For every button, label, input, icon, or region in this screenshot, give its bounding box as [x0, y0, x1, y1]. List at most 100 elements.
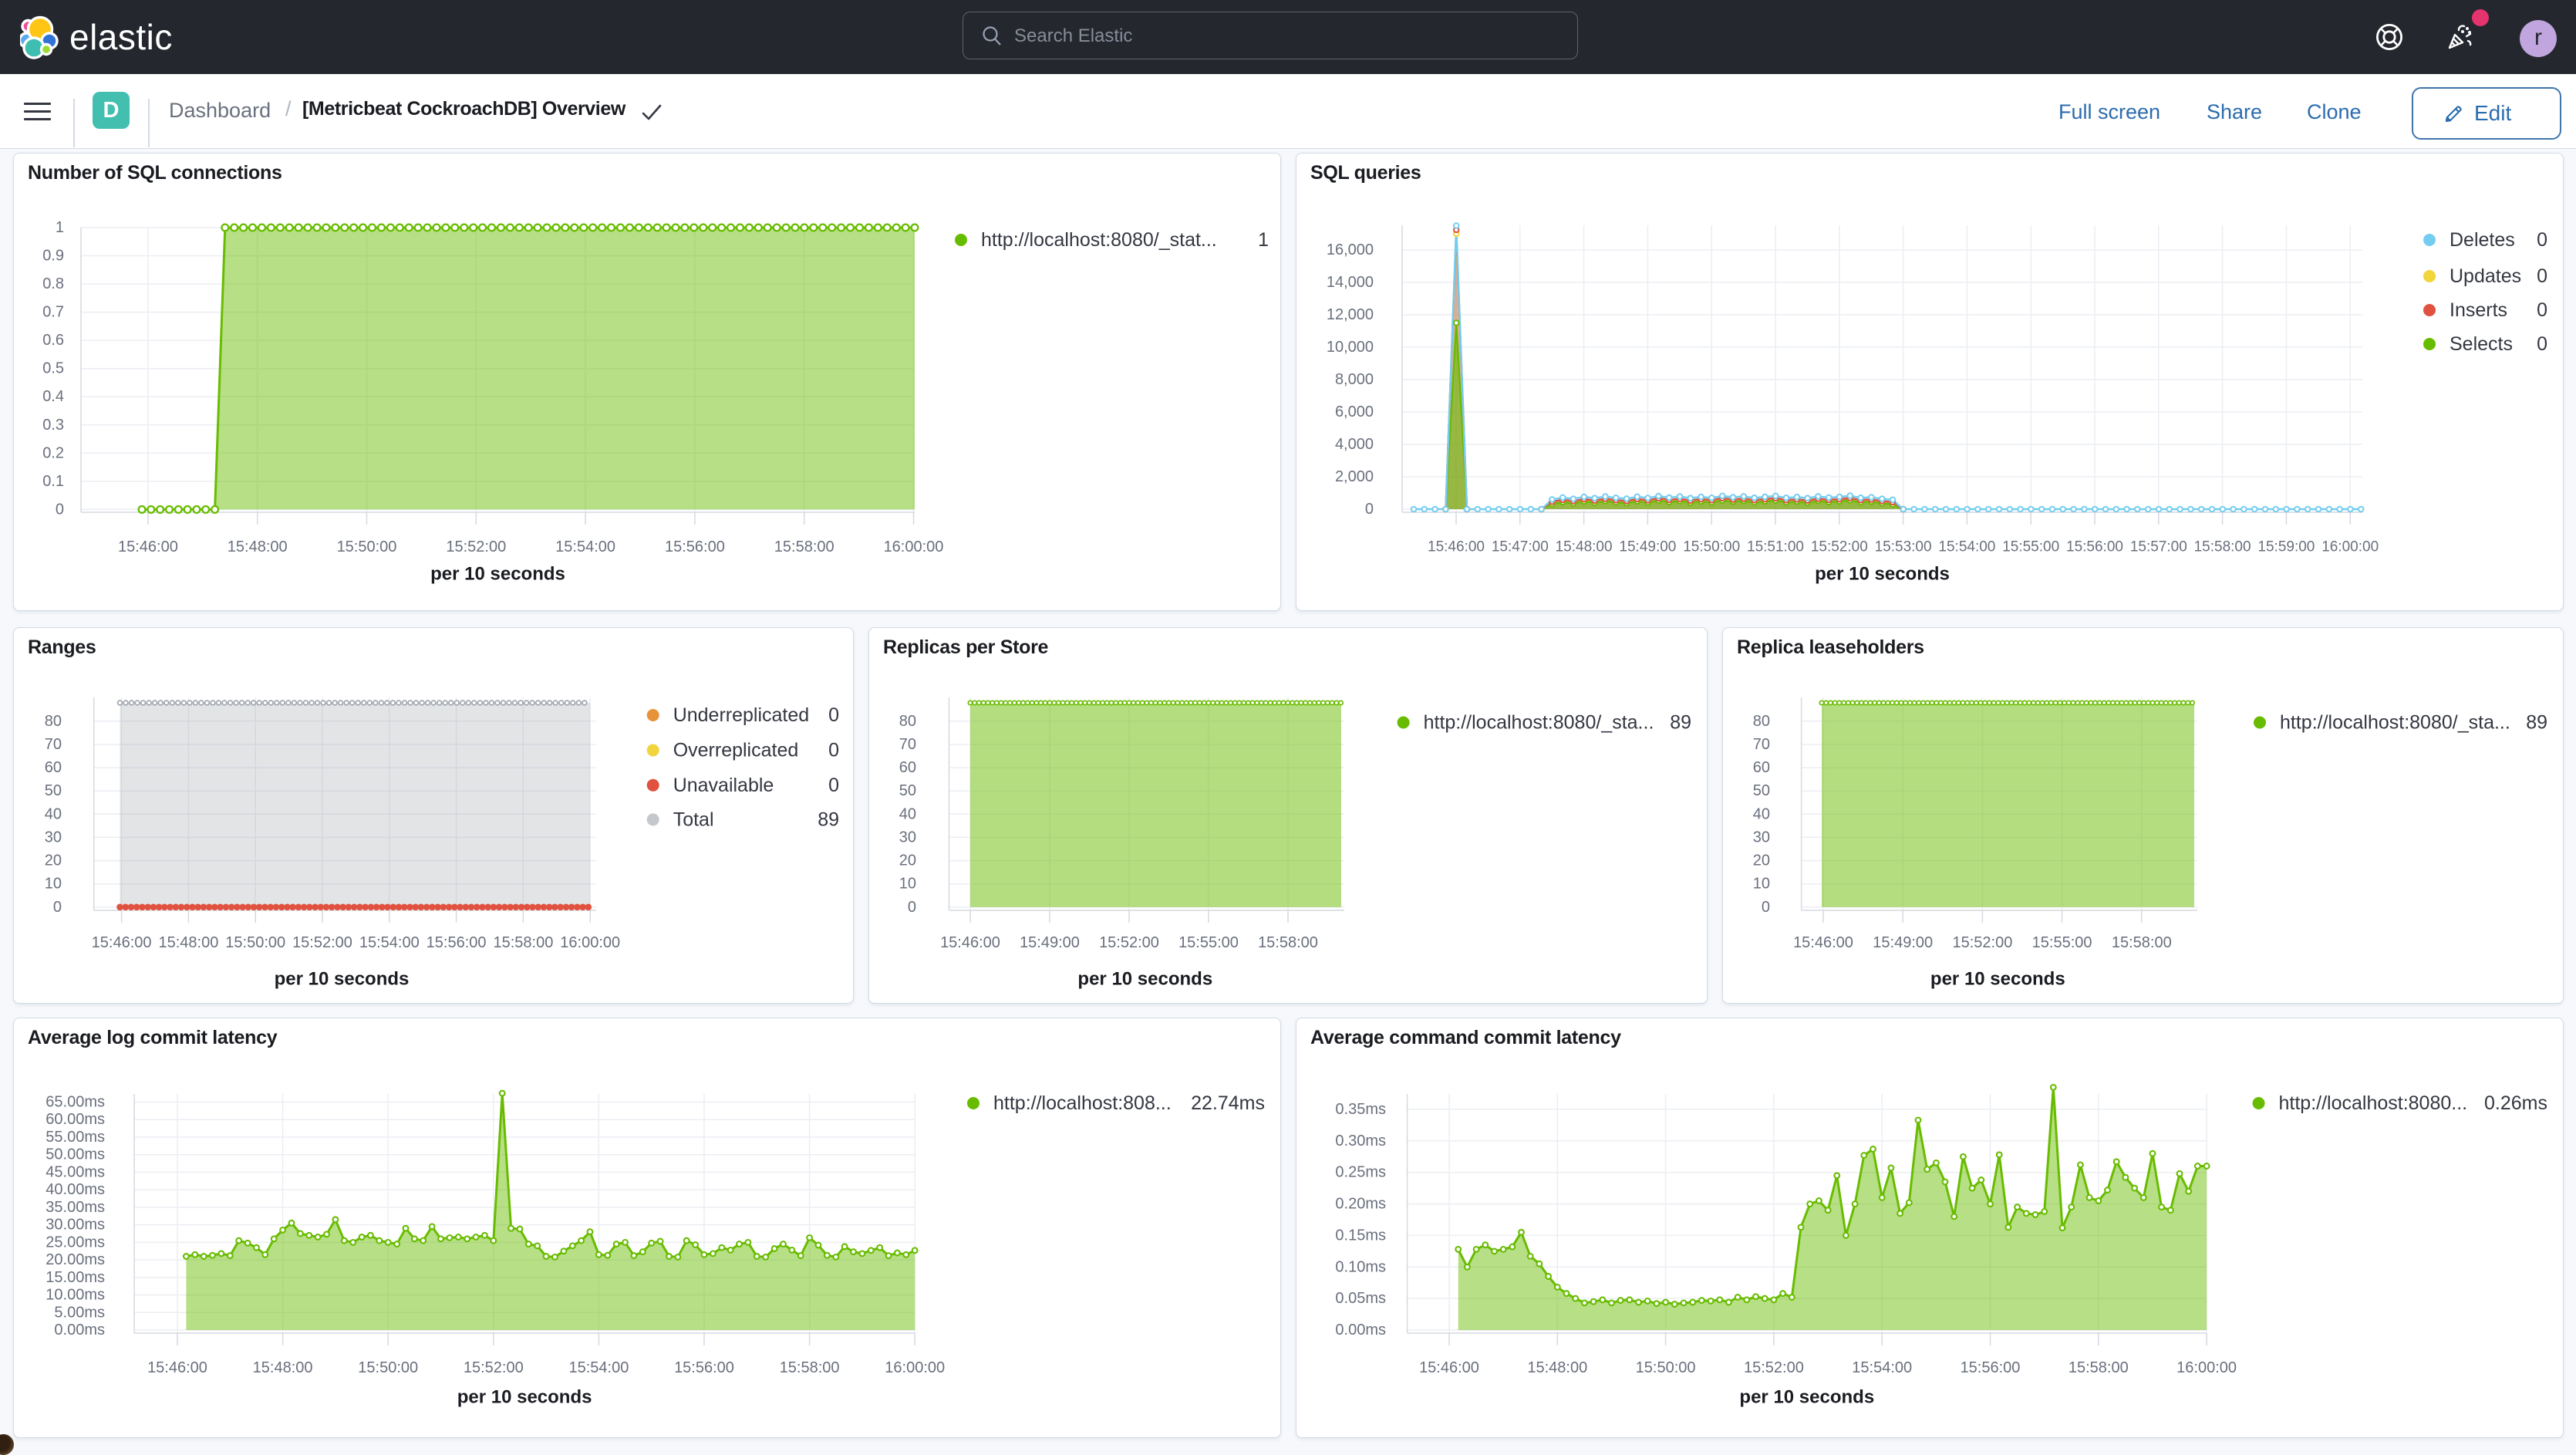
svg-text:20: 20: [899, 852, 916, 869]
svg-text:40: 40: [899, 805, 916, 822]
svg-text:20: 20: [45, 852, 62, 869]
svg-text:Selects: Selects: [2450, 333, 2513, 355]
svg-text:10,000: 10,000: [1327, 339, 1374, 356]
svg-text:89: 89: [1670, 712, 1691, 734]
svg-text:15:58:00: 15:58:00: [1258, 934, 1318, 951]
svg-text:15:48:00: 15:48:00: [1556, 539, 1613, 555]
svg-text:0.10ms: 0.10ms: [1335, 1258, 1386, 1275]
svg-text:0.7: 0.7: [42, 304, 64, 321]
svg-text:10: 10: [1753, 876, 1770, 893]
svg-text:15:52:00: 15:52:00: [292, 934, 352, 951]
svg-text:15:58:00: 15:58:00: [493, 934, 553, 951]
svg-text:35.00ms: 35.00ms: [46, 1199, 105, 1216]
svg-text:per 10 seconds: per 10 seconds: [275, 969, 410, 990]
svg-text:60: 60: [1753, 759, 1770, 776]
svg-text:per 10 seconds: per 10 seconds: [457, 1387, 592, 1408]
svg-text:8,000: 8,000: [1335, 371, 1374, 388]
svg-text:15:56:00: 15:56:00: [2066, 539, 2123, 555]
svg-text:0.2: 0.2: [42, 444, 64, 461]
svg-text:15:55:00: 15:55:00: [1178, 934, 1239, 951]
svg-text:15:56:00: 15:56:00: [674, 1359, 734, 1376]
svg-text:Updates: Updates: [2450, 265, 2521, 287]
svg-text:Unavailable: Unavailable: [673, 775, 774, 796]
svg-text:25.00ms: 25.00ms: [46, 1234, 105, 1251]
svg-text:40: 40: [45, 805, 62, 822]
svg-text:5.00ms: 5.00ms: [54, 1304, 105, 1321]
svg-text:15:52:00: 15:52:00: [1952, 934, 2012, 951]
svg-text:0.1: 0.1: [42, 473, 64, 490]
svg-text:0.9: 0.9: [42, 248, 64, 265]
svg-text:10: 10: [899, 876, 916, 893]
svg-text:0.26ms: 0.26ms: [2484, 1092, 2547, 1114]
svg-text:10.00ms: 10.00ms: [46, 1287, 105, 1304]
svg-text:50: 50: [899, 782, 916, 799]
svg-text:50: 50: [1753, 782, 1770, 799]
svg-text:0.00ms: 0.00ms: [54, 1322, 105, 1339]
svg-text:15:52:00: 15:52:00: [446, 538, 506, 555]
svg-text:15:46:00: 15:46:00: [1419, 1359, 1479, 1376]
svg-text:6,000: 6,000: [1335, 403, 1374, 420]
svg-text:Underreplicated: Underreplicated: [673, 704, 809, 726]
svg-text:15:46:00: 15:46:00: [1428, 539, 1485, 555]
svg-text:50.00ms: 50.00ms: [46, 1146, 105, 1163]
svg-text:15:46:00: 15:46:00: [940, 934, 1000, 951]
svg-text:70: 70: [899, 736, 916, 753]
svg-text:http://localhost:8080...: http://localhost:8080...: [2279, 1092, 2468, 1114]
svg-text:0: 0: [2537, 333, 2547, 355]
svg-text:0: 0: [53, 899, 62, 916]
svg-text:0: 0: [2537, 229, 2547, 251]
svg-text:1: 1: [1258, 229, 1269, 251]
svg-text:15:48:00: 15:48:00: [1527, 1359, 1587, 1376]
svg-text:89: 89: [2526, 712, 2547, 734]
svg-text:http://localhost:8080/_sta...: http://localhost:8080/_sta...: [2280, 712, 2510, 734]
svg-text:15:51:00: 15:51:00: [1747, 539, 1804, 555]
svg-text:16:00:00: 16:00:00: [884, 538, 944, 555]
svg-text:0.05ms: 0.05ms: [1335, 1290, 1386, 1307]
svg-text:15:50:00: 15:50:00: [337, 538, 397, 555]
svg-text:60: 60: [45, 759, 62, 776]
svg-text:16:00:00: 16:00:00: [560, 934, 620, 951]
svg-text:0.15ms: 0.15ms: [1335, 1227, 1386, 1244]
svg-text:20.00ms: 20.00ms: [46, 1251, 105, 1268]
svg-text:15:52:00: 15:52:00: [1099, 934, 1159, 951]
svg-text:15:56:00: 15:56:00: [1961, 1359, 2021, 1376]
svg-text:15:46:00: 15:46:00: [147, 1359, 207, 1376]
svg-text:Deletes: Deletes: [2450, 229, 2515, 251]
svg-text:30.00ms: 30.00ms: [46, 1217, 105, 1234]
svg-text:15.00ms: 15.00ms: [46, 1269, 105, 1286]
svg-text:70: 70: [1753, 736, 1770, 753]
svg-text:0: 0: [56, 501, 64, 518]
svg-text:0.6: 0.6: [42, 332, 64, 349]
svg-text:per 10 seconds: per 10 seconds: [430, 564, 565, 585]
svg-text:0.35ms: 0.35ms: [1335, 1101, 1386, 1118]
svg-text:15:52:00: 15:52:00: [1744, 1359, 1804, 1376]
svg-text:89: 89: [818, 809, 839, 830]
svg-text:70: 70: [45, 736, 62, 753]
svg-text:http://localhost:8080/_stat...: http://localhost:8080/_stat...: [981, 229, 1217, 251]
svg-text:15:50:00: 15:50:00: [1636, 1359, 1696, 1376]
svg-text:12,000: 12,000: [1327, 306, 1374, 323]
svg-text:80: 80: [45, 713, 62, 730]
svg-text:15:56:00: 15:56:00: [665, 538, 725, 555]
svg-text:15:47:00: 15:47:00: [1492, 539, 1549, 555]
svg-text:15:46:00: 15:46:00: [118, 538, 178, 555]
svg-text:65.00ms: 65.00ms: [46, 1094, 105, 1111]
svg-text:15:52:00: 15:52:00: [1811, 539, 1868, 555]
svg-text:15:52:00: 15:52:00: [464, 1359, 524, 1376]
svg-text:per 10 seconds: per 10 seconds: [1930, 969, 2065, 990]
svg-text:0.30ms: 0.30ms: [1335, 1133, 1386, 1149]
svg-text:0: 0: [1365, 501, 1374, 518]
svg-text:16:00:00: 16:00:00: [2321, 539, 2379, 555]
svg-text:40: 40: [1753, 805, 1770, 822]
svg-text:15:55:00: 15:55:00: [2002, 539, 2059, 555]
svg-text:0: 0: [1762, 899, 1770, 916]
svg-text:15:54:00: 15:54:00: [555, 538, 615, 555]
svg-text:15:54:00: 15:54:00: [1938, 539, 1995, 555]
svg-text:30: 30: [45, 829, 62, 846]
svg-text:0.3: 0.3: [42, 417, 64, 434]
svg-text:15:58:00: 15:58:00: [2194, 539, 2251, 555]
svg-text:15:53:00: 15:53:00: [1875, 539, 1932, 555]
svg-text:0: 0: [828, 775, 839, 796]
svg-text:15:58:00: 15:58:00: [780, 1359, 840, 1376]
svg-text:50: 50: [45, 782, 62, 799]
